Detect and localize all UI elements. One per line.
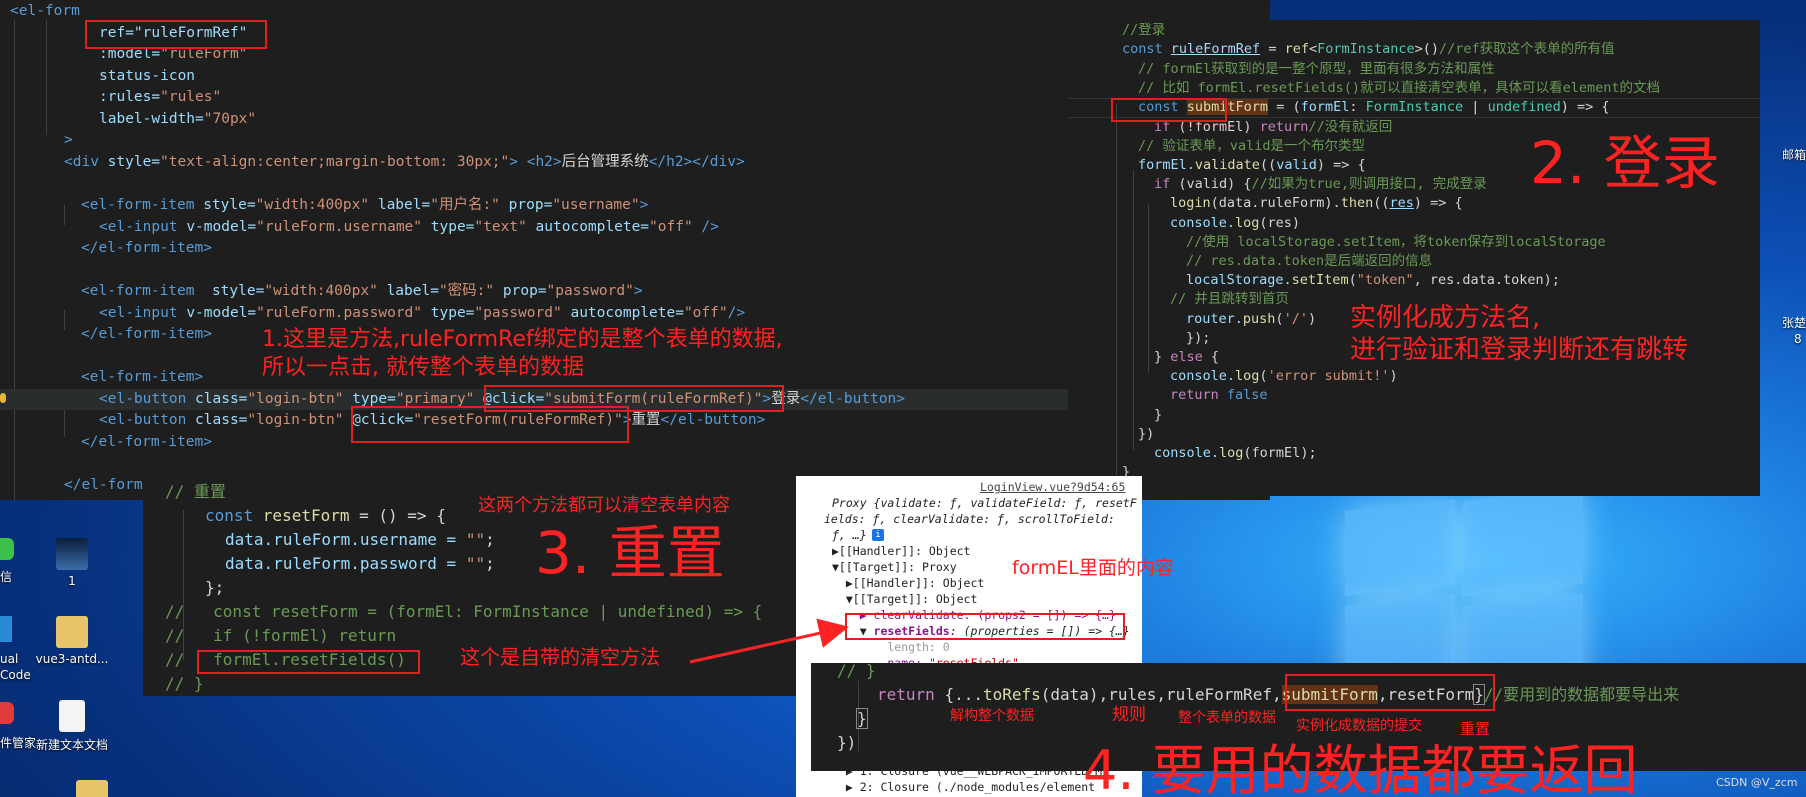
code-line: } [856, 708, 868, 729]
annotation-return-title: 4. 要用的数据都要返回 [1083, 740, 1638, 797]
annotation-reset: 重置 [1460, 720, 1491, 738]
highlight-box-returned-methods [1285, 674, 1495, 711]
watermark: CSDN @V_zcm [1716, 776, 1798, 789]
code-line: }) [837, 733, 857, 752]
annotation-form-data: 整个表单的数据 [1178, 710, 1276, 726]
code-line: // } [837, 663, 876, 680]
annotation-submit-instance: 实例化成数据的提交 [1296, 718, 1422, 734]
annotation-destructure-data: 解构整个数据 [950, 708, 1034, 724]
annotation-rules: 规则 [1112, 705, 1146, 725]
code-line: return {...toRefs(data),rules,ruleFormRe… [877, 684, 1680, 705]
